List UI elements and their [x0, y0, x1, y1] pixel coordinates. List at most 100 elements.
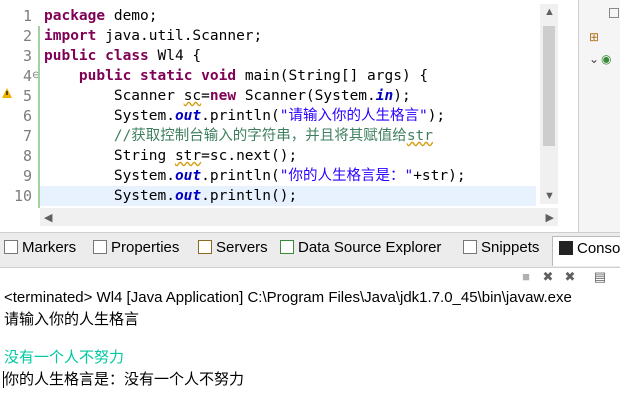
console-icon [559, 241, 573, 255]
static-field: out [174, 168, 202, 184]
remove-launch-icon[interactable]: ✖ [540, 269, 556, 285]
terminate-icon[interactable]: ■ [518, 269, 534, 285]
variable-warning: str [174, 148, 202, 164]
code-text: Wl4 { [148, 48, 202, 64]
tab-snippets[interactable]: Snippets [463, 239, 539, 261]
static-field: in [375, 88, 394, 104]
code-line: import java.util.Scanner; [44, 26, 536, 46]
scroll-down-icon[interactable]: ▼ [544, 190, 555, 202]
code-text: = [201, 88, 210, 104]
string-literal: "你的人生格言是：" [279, 168, 414, 184]
scroll-up-icon[interactable]: ▲ [544, 6, 555, 18]
code-text: java.util.Scanner; [96, 28, 263, 44]
code-line: String str=sc.next(); [44, 146, 536, 166]
tab-label: Properties [111, 239, 180, 256]
console-toolbar: ■ ✖ ✖ ▤ [0, 266, 620, 290]
console-output-line: 请输入你的人生格言 [4, 310, 140, 328]
vertical-scrollbar[interactable]: ▲ ▼ [540, 4, 558, 204]
line-number: 3 [22, 47, 32, 65]
servers-icon [198, 240, 212, 254]
view-tab-bar: Markers Properties Servers Data Source E… [0, 232, 620, 268]
keyword: static [140, 68, 193, 84]
tab-label: Data Source Explorer [298, 239, 442, 256]
line-number: 1 [22, 7, 32, 25]
tab-label: Markers [22, 239, 77, 256]
code-editor[interactable]: 1 2 3 4 5 6 7 8 9 10 ⊖ package demo; imp… [0, 0, 579, 232]
comment: //获取控制台输入的字符串，并且将其赋值给 [113, 128, 407, 144]
warning-icon [2, 88, 12, 98]
tab-markers[interactable]: Markers [4, 239, 76, 261]
code-text: Scanner(System. [236, 88, 376, 104]
code-text: String [113, 148, 175, 164]
scroll-left-icon[interactable]: ◀ [44, 211, 52, 224]
class-icon: ◉ [601, 52, 612, 66]
keyword: class [105, 48, 149, 64]
code-text: =sc.next(); [201, 148, 298, 164]
code-line: Scanner sc=new Scanner(System.in); [44, 86, 536, 106]
tab-label: Servers [216, 239, 268, 256]
code-text: +str); [413, 168, 466, 184]
code-line: public class Wl4 { [44, 46, 536, 66]
code-text: demo; [105, 8, 158, 24]
tab-properties[interactable]: Properties [93, 239, 179, 261]
comment-spellcheck: str [406, 128, 434, 144]
tab-label: Conso [577, 240, 620, 257]
expand-chevron-icon[interactable]: ⌄ [589, 52, 599, 66]
line-number-gutter: 1 2 3 4 5 6 7 8 9 10 ⊖ [0, 0, 40, 208]
code-text: ); [393, 88, 411, 104]
console-launch-header: <terminated> Wl4 [Java Application] C:\P… [4, 289, 572, 306]
code-text: System. [113, 188, 175, 204]
scroll-right-icon[interactable]: ▶ [546, 211, 554, 224]
line-number: 9 [22, 167, 32, 185]
maximize-icon[interactable] [609, 8, 619, 18]
line-number: 10 [13, 187, 32, 205]
tab-data-source-explorer[interactable]: Data Source Explorer [280, 239, 441, 261]
static-field: out [174, 108, 202, 124]
change-ruler [38, 26, 40, 208]
console-input-line[interactable]: 没有一个人不努力 [4, 347, 124, 367]
keyword: void [201, 68, 237, 84]
text-cursor [3, 371, 4, 388]
line-number: 6 [22, 107, 32, 125]
keyword: public [78, 68, 132, 84]
keyword: public [44, 48, 97, 64]
line-number: 7 [22, 127, 32, 145]
code-line: //获取控制台输入的字符串，并且将其赋值给str [44, 126, 536, 146]
code-text: .println( [201, 168, 280, 184]
code-text: ); [427, 108, 446, 124]
console-output-line: 你的人生格言是：没有一个人不努力 [4, 370, 245, 388]
keyword: package [44, 8, 106, 24]
remove-all-terminated-icon[interactable]: ✖ [562, 269, 578, 285]
tab-servers[interactable]: Servers [198, 239, 268, 261]
horizontal-scrollbar[interactable]: ◀ ▶ [40, 208, 558, 226]
keyword: new [209, 88, 237, 104]
code-text: .println( [201, 108, 280, 124]
tab-label: Snippets [481, 239, 540, 256]
line-number: 4 [22, 67, 32, 85]
outline-panel: ⊞ ⌄ ◉ [579, 0, 620, 232]
tab-console[interactable]: Conso [552, 236, 620, 266]
package-icon: ⊞ [589, 30, 600, 44]
code-text: Scanner [113, 88, 184, 104]
clear-console-icon[interactable]: ▤ [592, 269, 608, 285]
code-line: package demo; [44, 6, 536, 26]
current-code-line: System.out.println(); [40, 186, 536, 206]
keyword: import [44, 28, 97, 44]
snippets-icon [463, 240, 477, 254]
variable-warning: sc [183, 88, 202, 104]
code-text: System. [113, 108, 175, 124]
code-line: public static void main(String[] args) { [44, 66, 536, 86]
markers-icon [4, 240, 18, 254]
line-number: 8 [22, 147, 32, 165]
code-line: System.out.println("请输入你的人生格言"); [44, 106, 536, 126]
code-text: System. [113, 168, 175, 184]
scroll-thumb[interactable] [543, 26, 555, 146]
line-number: 2 [22, 27, 32, 45]
